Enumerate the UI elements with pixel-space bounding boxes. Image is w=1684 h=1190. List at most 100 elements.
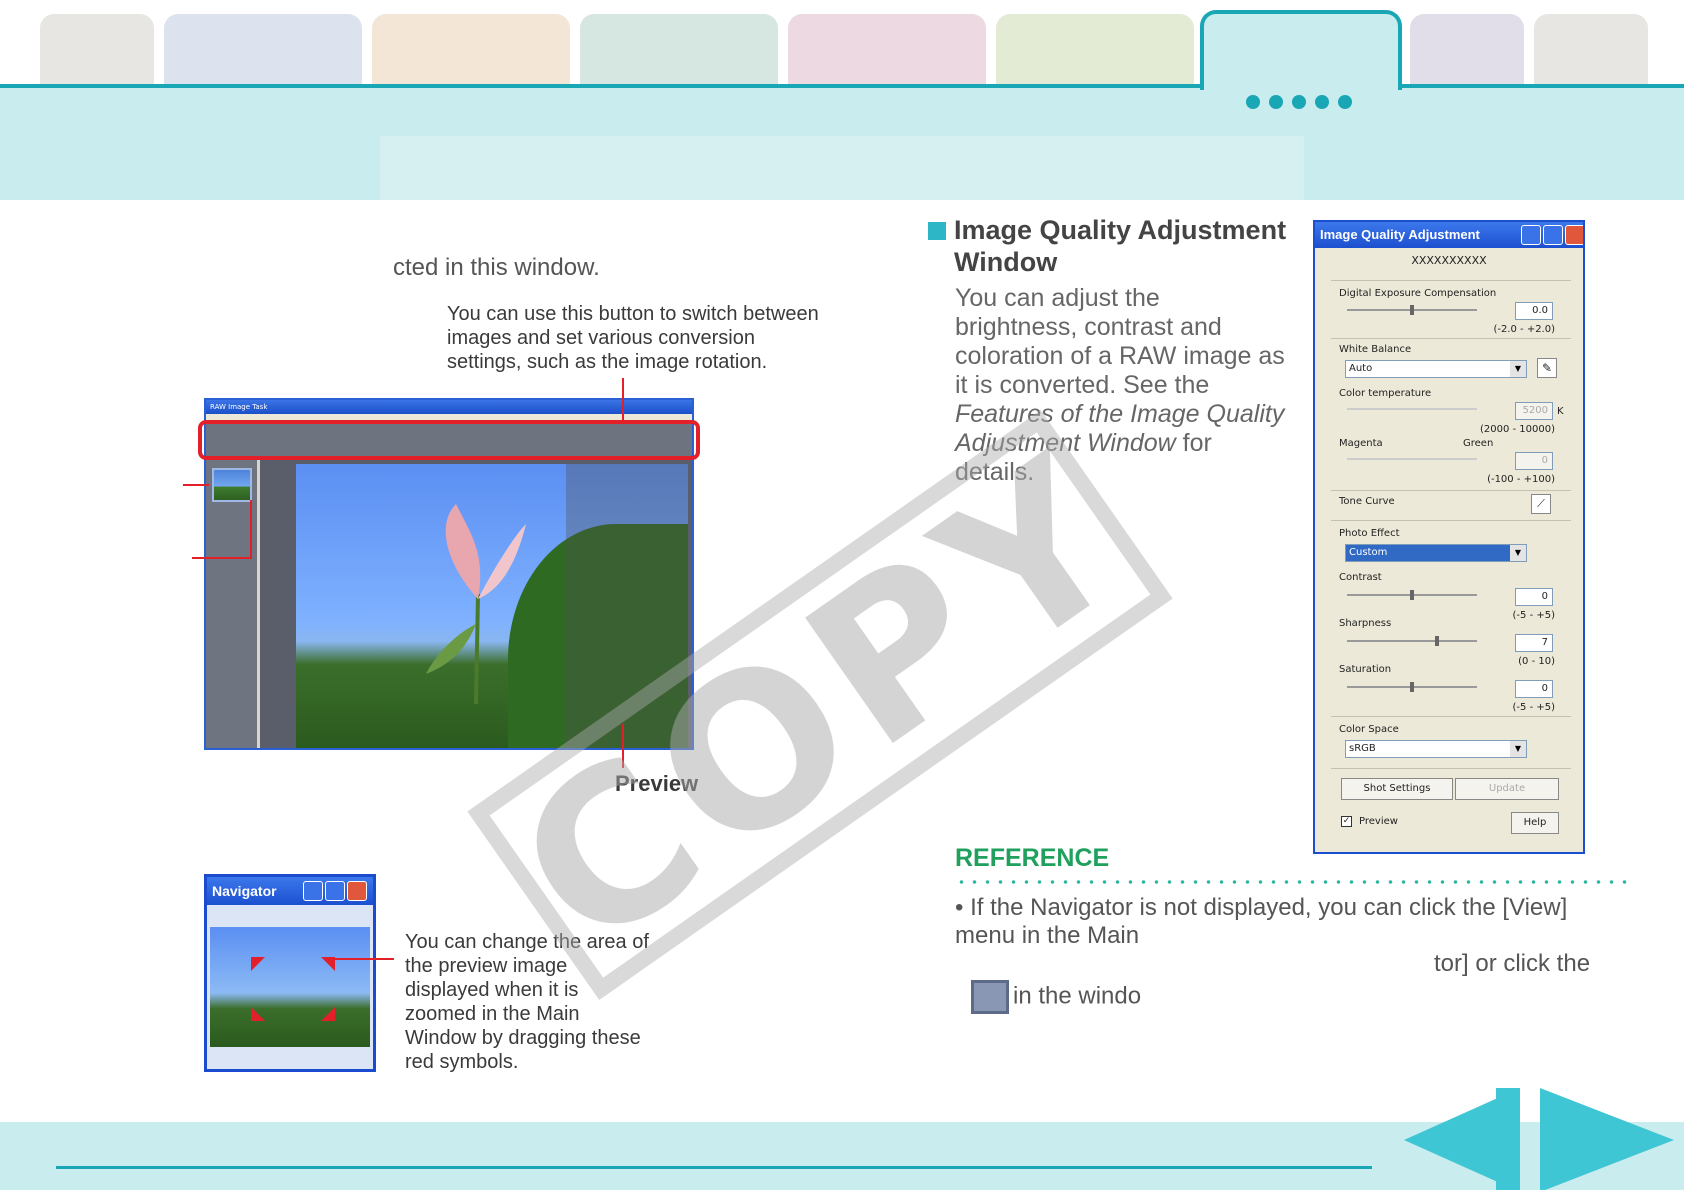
white-balance-label: White Balance [1339, 344, 1412, 355]
green-label: Green [1463, 438, 1494, 449]
magenta-green-range: (-100 - +100) [1487, 474, 1555, 485]
zoom-handle-icon [321, 1007, 335, 1021]
preview-checkbox[interactable]: ✓ [1341, 816, 1352, 827]
toolbar-highlight [198, 420, 700, 460]
tone-curve-icon[interactable]: ⟋ [1531, 494, 1551, 514]
contrast-thumb[interactable] [1410, 590, 1414, 600]
white-balance-value: Auto [1349, 363, 1373, 374]
separator [1331, 716, 1571, 717]
color-temperature-slider [1347, 408, 1477, 410]
reference-text: • If the Navigator is not displayed, you… [955, 894, 1615, 1014]
footer-line [56, 1166, 1372, 1169]
minimize-icon [303, 881, 323, 901]
chevron-down-icon: ▼ [1510, 741, 1526, 757]
color-temperature-label: Color temperature [1339, 388, 1432, 399]
color-space-value: sRGB [1349, 743, 1376, 754]
saturation-label: Saturation [1339, 664, 1392, 675]
callout-line [622, 378, 624, 422]
reference-line-2: tor] or click the [955, 950, 1615, 978]
page-dot [1338, 95, 1352, 109]
separator [1331, 768, 1571, 769]
raw-window-title: RAW Image Task [206, 400, 692, 414]
reference-line-3: in the windo [955, 980, 1615, 1014]
callout-line [192, 557, 252, 559]
update-button: Update [1455, 778, 1559, 800]
desc-part-1: You can adjust the brightness, contrast … [955, 284, 1285, 399]
maximize-icon[interactable] [1543, 225, 1563, 245]
saturation-thumb[interactable] [1410, 682, 1414, 692]
magenta-label: Magenta [1339, 438, 1383, 449]
tab-5[interactable] [788, 14, 986, 86]
reference-divider [955, 880, 1631, 884]
photo-effect-value: Custom [1349, 547, 1388, 558]
manual-page: cted in this window. You can use this bu… [0, 0, 1684, 1190]
navigator-preview-image [210, 927, 370, 1047]
contrast-field[interactable]: 0 [1515, 588, 1553, 606]
callout-line [330, 958, 394, 960]
iqa-filename: XXXXXXXXXX [1411, 254, 1487, 267]
white-balance-select[interactable]: Auto ▼ [1345, 360, 1527, 378]
next-page-arrow-icon[interactable] [1540, 1088, 1674, 1190]
close-icon[interactable] [1565, 225, 1583, 245]
page-dot [1315, 95, 1329, 109]
minimize-icon[interactable] [1521, 225, 1541, 245]
digital-exposure-thumb[interactable] [1410, 305, 1414, 315]
color-space-label: Color Space [1339, 724, 1399, 735]
chevron-down-icon: ▼ [1510, 545, 1526, 561]
sharpness-slider[interactable] [1347, 640, 1477, 642]
header-band-inner [380, 136, 1304, 200]
page-dot [1269, 95, 1283, 109]
intro-fragment: cted in this window. [393, 254, 600, 281]
navigator-screenshot: Navigator [204, 874, 376, 1072]
toolbar-callout: You can use this button to switch betwee… [447, 303, 819, 373]
tab-6[interactable] [996, 14, 1194, 86]
magenta-green-slider [1347, 458, 1477, 460]
sharpness-label: Sharpness [1339, 618, 1392, 629]
photo-effect-select[interactable]: Custom ▼ [1345, 544, 1527, 562]
flower-shape [426, 504, 526, 704]
section-heading: Image Quality Adjustment Window [954, 215, 1287, 277]
thumbnail-image [212, 468, 252, 502]
tone-curve-label: Tone Curve [1339, 496, 1395, 507]
page-dot [1292, 95, 1306, 109]
tab-active[interactable] [1200, 10, 1402, 90]
reference-line-1: • If the Navigator is not displayed, you… [955, 894, 1568, 949]
color-temperature-field: 5200 [1515, 402, 1553, 420]
zoom-handle-icon [251, 957, 265, 971]
digital-exposure-label: Digital Exposure Compensation [1339, 288, 1497, 299]
reference-title: REFERENCE [955, 844, 1110, 872]
page-dot [1246, 95, 1260, 109]
reference-text-1: If the Navigator is not displayed, you c… [955, 894, 1568, 949]
tab-4[interactable] [580, 14, 778, 86]
tab-2[interactable] [164, 14, 362, 86]
tab-8[interactable] [1410, 14, 1524, 86]
maximize-icon [325, 881, 345, 901]
color-space-select[interactable]: sRGB ▼ [1345, 740, 1527, 758]
separator [1331, 338, 1571, 339]
color-temperature-range: (2000 - 10000) [1479, 424, 1555, 435]
separator [1331, 280, 1571, 281]
previous-page-bar[interactable] [1496, 1088, 1520, 1190]
view-navigator-icon [971, 980, 1009, 1014]
tab-9[interactable] [1534, 14, 1648, 86]
contrast-label: Contrast [1339, 572, 1382, 583]
reference-text-3: in the windo [1013, 982, 1142, 1010]
digital-exposure-field[interactable]: 0.0 [1515, 302, 1553, 320]
heading-bullet [928, 222, 946, 240]
tab-1[interactable] [40, 14, 154, 86]
shot-settings-button[interactable]: Shot Settings [1341, 778, 1453, 800]
eyedropper-icon[interactable]: ✎ [1537, 358, 1557, 378]
callout-line [250, 500, 252, 559]
photo-effect-label: Photo Effect [1339, 528, 1400, 539]
close-icon [347, 881, 367, 901]
help-button[interactable]: Help [1511, 812, 1559, 834]
separator [1331, 520, 1571, 521]
sharpness-thumb[interactable] [1435, 636, 1439, 646]
digital-exposure-range: (-2.0 - +2.0) [1493, 324, 1555, 335]
sharpness-field[interactable]: 7 [1515, 634, 1553, 652]
tab-3[interactable] [372, 14, 570, 86]
color-temperature-unit: K [1557, 406, 1564, 417]
saturation-field[interactable]: 0 [1515, 680, 1553, 698]
image-quality-adjustment-window: Image Quality Adjustment XXXXXXXXXX Digi… [1313, 220, 1585, 854]
contrast-range: (-5 - +5) [1512, 610, 1555, 621]
